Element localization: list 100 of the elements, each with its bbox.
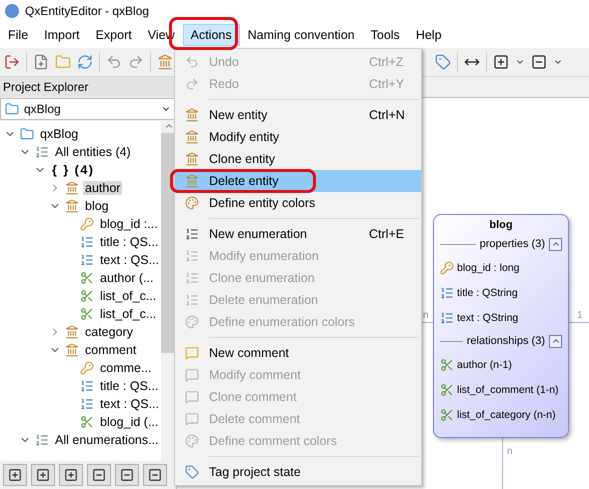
list-icon (185, 271, 199, 285)
undo-icon (106, 54, 122, 70)
tree-item[interactable]: blog (83, 199, 111, 213)
menu-entry[interactable]: Define entity colors (175, 192, 421, 214)
app-logo-icon (5, 4, 19, 18)
project-folder-icon (5, 102, 19, 116)
comment-icon (185, 346, 199, 360)
cardinality-label: n (507, 446, 513, 457)
refresh-icon (77, 54, 93, 70)
menu-item[interactable]: Actions (182, 24, 240, 46)
plus-icon (64, 468, 78, 482)
comment-icon (185, 390, 199, 404)
cardinality-label: n (423, 310, 429, 321)
menu-entry[interactable]: Tag project state (175, 461, 421, 483)
section-title: relationships (3) (466, 335, 545, 347)
redo-icon (128, 54, 144, 70)
project-select[interactable]: qxBlog (0, 98, 176, 120)
building-icon (157, 54, 173, 70)
comment-icon (185, 368, 199, 382)
field-label: list_of_category (n-n) (457, 408, 556, 420)
menu-entry[interactable]: Modify entity (175, 126, 421, 148)
tree-item[interactable]: blog_id (... (98, 415, 160, 429)
connector-line (502, 438, 503, 489)
palette-icon (185, 434, 199, 448)
tree-item[interactable]: category (83, 325, 135, 339)
minus-icon (92, 468, 106, 482)
entity-card[interactable]: blog properties (3) blog_id : long title : QString text : QString relationships (3) author (n-1) list_of_comment (1-n) list_of_category (n-n) (433, 214, 569, 438)
section-title: properties (3) (480, 238, 545, 250)
collapse-button[interactable] (549, 334, 562, 348)
expand-all-icon (493, 54, 509, 70)
menu-entry[interactable]: New enumeration Ctrl+E (175, 223, 421, 245)
field-label: list_of_comment (1-n) (457, 384, 559, 396)
menu-item[interactable]: Help (408, 24, 450, 46)
tree-item[interactable]: author (83, 181, 122, 195)
key-icon (440, 260, 454, 274)
list-icon (185, 249, 199, 263)
tree-action-button[interactable] (115, 464, 139, 486)
minus-icon (120, 468, 134, 482)
tree-action-button[interactable] (31, 464, 55, 486)
list-icon (185, 227, 199, 241)
menu-entry[interactable]: New entity Ctrl+N (175, 104, 421, 126)
building-icon (65, 199, 79, 213)
building-icon (185, 152, 199, 166)
field-label: text : QString (457, 312, 518, 324)
undo-icon (185, 55, 199, 69)
folder-icon (55, 54, 71, 70)
building-icon (65, 181, 79, 195)
tree-item[interactable]: blog_id :... (98, 217, 160, 231)
tree-action-button[interactable] (3, 464, 27, 486)
key-icon (80, 361, 94, 375)
minus-icon (148, 468, 162, 482)
connector-line (569, 322, 589, 323)
tree-item[interactable]: { } (4) (50, 163, 96, 177)
tree-item[interactable]: text : QS... (98, 397, 161, 411)
tree-item[interactable]: comme... (98, 361, 154, 375)
building-icon (185, 174, 199, 188)
tree-item[interactable]: qxBlog (38, 127, 80, 141)
list-icon (35, 145, 49, 159)
plus-icon (36, 468, 50, 482)
menu-entry[interactable]: Clone entity (175, 148, 421, 170)
palette-icon (185, 196, 199, 210)
tree-item[interactable]: title : QS... (98, 235, 160, 249)
tree-item[interactable]: title : QS... (98, 379, 160, 393)
tag-icon (435, 54, 451, 70)
project-folder-icon (20, 127, 34, 141)
field-label: blog_id : long (457, 262, 520, 274)
building-icon (65, 325, 79, 339)
tree-action-button[interactable] (59, 464, 83, 486)
menu-item[interactable]: File (0, 24, 36, 46)
field-label: title : QString (457, 286, 518, 298)
building-icon (65, 343, 79, 357)
collapse-all-icon (531, 54, 547, 70)
tree-item[interactable]: list_of_c... (98, 289, 158, 303)
tree-item[interactable]: list_of_c... (98, 307, 158, 321)
new-file-icon (33, 54, 49, 70)
tree-item[interactable]: author (... (98, 271, 156, 285)
cardinality-label: 1 (577, 310, 583, 321)
comment-icon (185, 412, 199, 426)
tree-item[interactable]: comment (83, 343, 138, 357)
panel-title: Project Explorer (0, 77, 176, 97)
tag-icon (185, 465, 199, 479)
tree-action-button[interactable] (143, 464, 167, 486)
tree-item[interactable]: All enumerations... (53, 433, 161, 447)
menu-item[interactable]: Export (88, 24, 140, 46)
menu-entry[interactable]: New comment (175, 342, 421, 364)
menu-item[interactable]: Naming convention (240, 24, 363, 46)
plus-icon (8, 468, 22, 482)
list-icon (185, 293, 199, 307)
tree-action-button[interactable] (87, 464, 111, 486)
key-icon (80, 217, 94, 231)
menu-item[interactable]: Tools (362, 24, 408, 46)
entity-title: blog (488, 219, 514, 231)
tree-item[interactable]: All entities (4) (53, 145, 133, 159)
collapse-button[interactable] (549, 238, 562, 250)
menu-item[interactable]: Import (36, 24, 88, 46)
field-label: author (n-1) (457, 358, 512, 370)
palette-icon (185, 315, 199, 329)
window-title: QxEntityEditor - qxBlog (25, 4, 150, 18)
tree-item[interactable]: text : QS... (98, 253, 161, 267)
list-icon (35, 433, 49, 447)
